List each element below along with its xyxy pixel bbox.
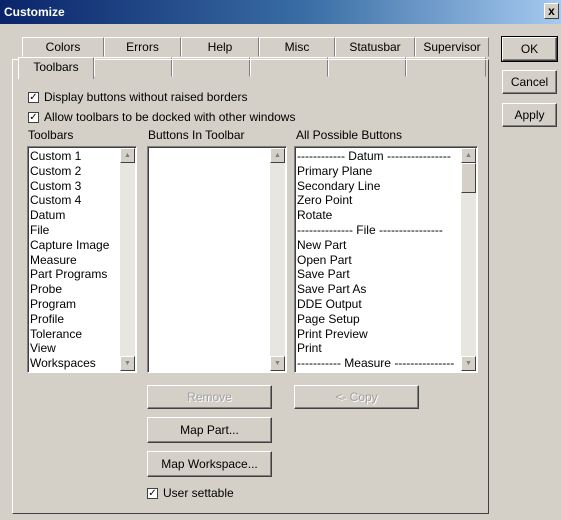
buttons-in-toolbar-scrollbar[interactable]: ▲ ▼ [270,148,285,371]
list-item[interactable]: Program [30,297,120,312]
tab-supervisor[interactable]: Supervisor [415,37,489,57]
all-buttons-header: All Possible Buttons [296,128,403,142]
list-item[interactable]: Capture Image [30,238,120,253]
list-item[interactable]: Print Preview [297,327,461,342]
list-item[interactable]: Custom 2 [30,164,120,179]
tab-help[interactable]: Help [181,37,259,57]
allow-docked-checkbox[interactable]: ✓ [28,112,39,123]
display-no-raised-checkbox[interactable]: ✓ [28,92,39,103]
scroll-down-icon[interactable]: ▼ [270,356,285,371]
cancel-button[interactable]: Cancel [502,70,557,94]
title-bar[interactable]: Customize x [0,0,561,24]
window-title: Customize [4,5,65,19]
list-item[interactable]: Workspaces [30,356,120,371]
tab-errors[interactable]: Errors [104,37,181,57]
check-icon: ✓ [29,92,38,103]
tab-misc[interactable]: Misc [259,37,335,57]
apply-button[interactable]: Apply [502,103,557,127]
all-buttons-list[interactable]: ------------ Datum ---------------- Prim… [294,146,478,373]
list-item[interactable]: Custom 4 [30,193,120,208]
list-item[interactable]: Profile [30,312,120,327]
copy-button[interactable]: <- Copy [294,385,419,409]
list-item[interactable]: Probe [30,282,120,297]
scroll-up-icon[interactable]: ▲ [270,148,285,163]
list-item[interactable]: Open Part [297,253,461,268]
list-separator: -------------- File ---------------- [297,222,443,237]
list-item[interactable]: Secondary Line [297,179,461,194]
list-item[interactable]: Save Part [297,267,461,282]
user-settable-label: User settable [163,486,234,500]
remove-button[interactable]: Remove [147,385,272,409]
close-button[interactable]: x [544,3,559,19]
list-item[interactable]: View [30,341,120,356]
allow-docked-label: Allow toolbars to be docked with other w… [44,110,296,124]
all-buttons-scrollbar[interactable]: ▲ ▼ [461,148,476,371]
list-item[interactable]: Save Part As [297,282,461,297]
list-item[interactable]: Custom 3 [30,179,120,194]
scroll-up-icon[interactable]: ▲ [120,148,135,163]
check-icon: ✓ [29,112,38,123]
tab-toolbars[interactable]: Toolbars [18,57,94,79]
toolbars-header: Toolbars [28,128,74,142]
list-item[interactable]: DDE Output [297,297,461,312]
toolbars-scrollbar[interactable]: ▲ ▼ [120,148,135,371]
buttons-in-toolbar-header: Buttons In Toolbar [148,128,245,142]
list-item[interactable]: File [30,223,120,238]
check-icon: ✓ [148,488,157,499]
list-item[interactable]: Tolerance [30,327,120,342]
tab-colors[interactable]: Colors [22,37,104,57]
display-no-raised-label: Display buttons without raised borders [44,90,248,104]
scroll-thumb[interactable] [461,163,476,193]
scroll-down-icon[interactable]: ▼ [120,356,135,371]
list-item[interactable]: New Part [297,238,461,253]
user-settable-checkbox[interactable]: ✓ [147,488,158,499]
list-item[interactable]: Part Programs [30,267,120,282]
list-separator: ------------ Datum ---------------- [297,149,451,163]
list-item[interactable]: Datum [30,208,120,223]
tab-statusbar[interactable]: Statusbar [335,37,415,57]
close-icon: x [548,4,555,18]
toolbars-list[interactable]: Custom 1 Custom 2 Custom 3 Custom 4 Datu… [27,146,137,373]
map-part-button[interactable]: Map Part... [147,417,272,443]
list-item[interactable]: Primary Plane [297,164,461,179]
map-workspace-button[interactable]: Map Workspace... [147,451,272,477]
list-item[interactable]: Rotate [297,208,461,223]
buttons-in-toolbar-list[interactable]: ▲ ▼ [147,146,287,373]
scroll-down-icon[interactable]: ▼ [461,356,476,371]
ok-button[interactable]: OK [501,36,558,62]
list-item[interactable]: Measure [30,253,120,268]
list-item[interactable]: Page Setup [297,312,461,327]
list-item[interactable]: Zero Point [297,193,461,208]
list-item[interactable]: Print [297,341,461,356]
scroll-up-icon[interactable]: ▲ [461,148,476,163]
list-separator: ----------- Measure --------------- [297,356,455,371]
list-item[interactable]: Custom 1 [30,149,120,164]
